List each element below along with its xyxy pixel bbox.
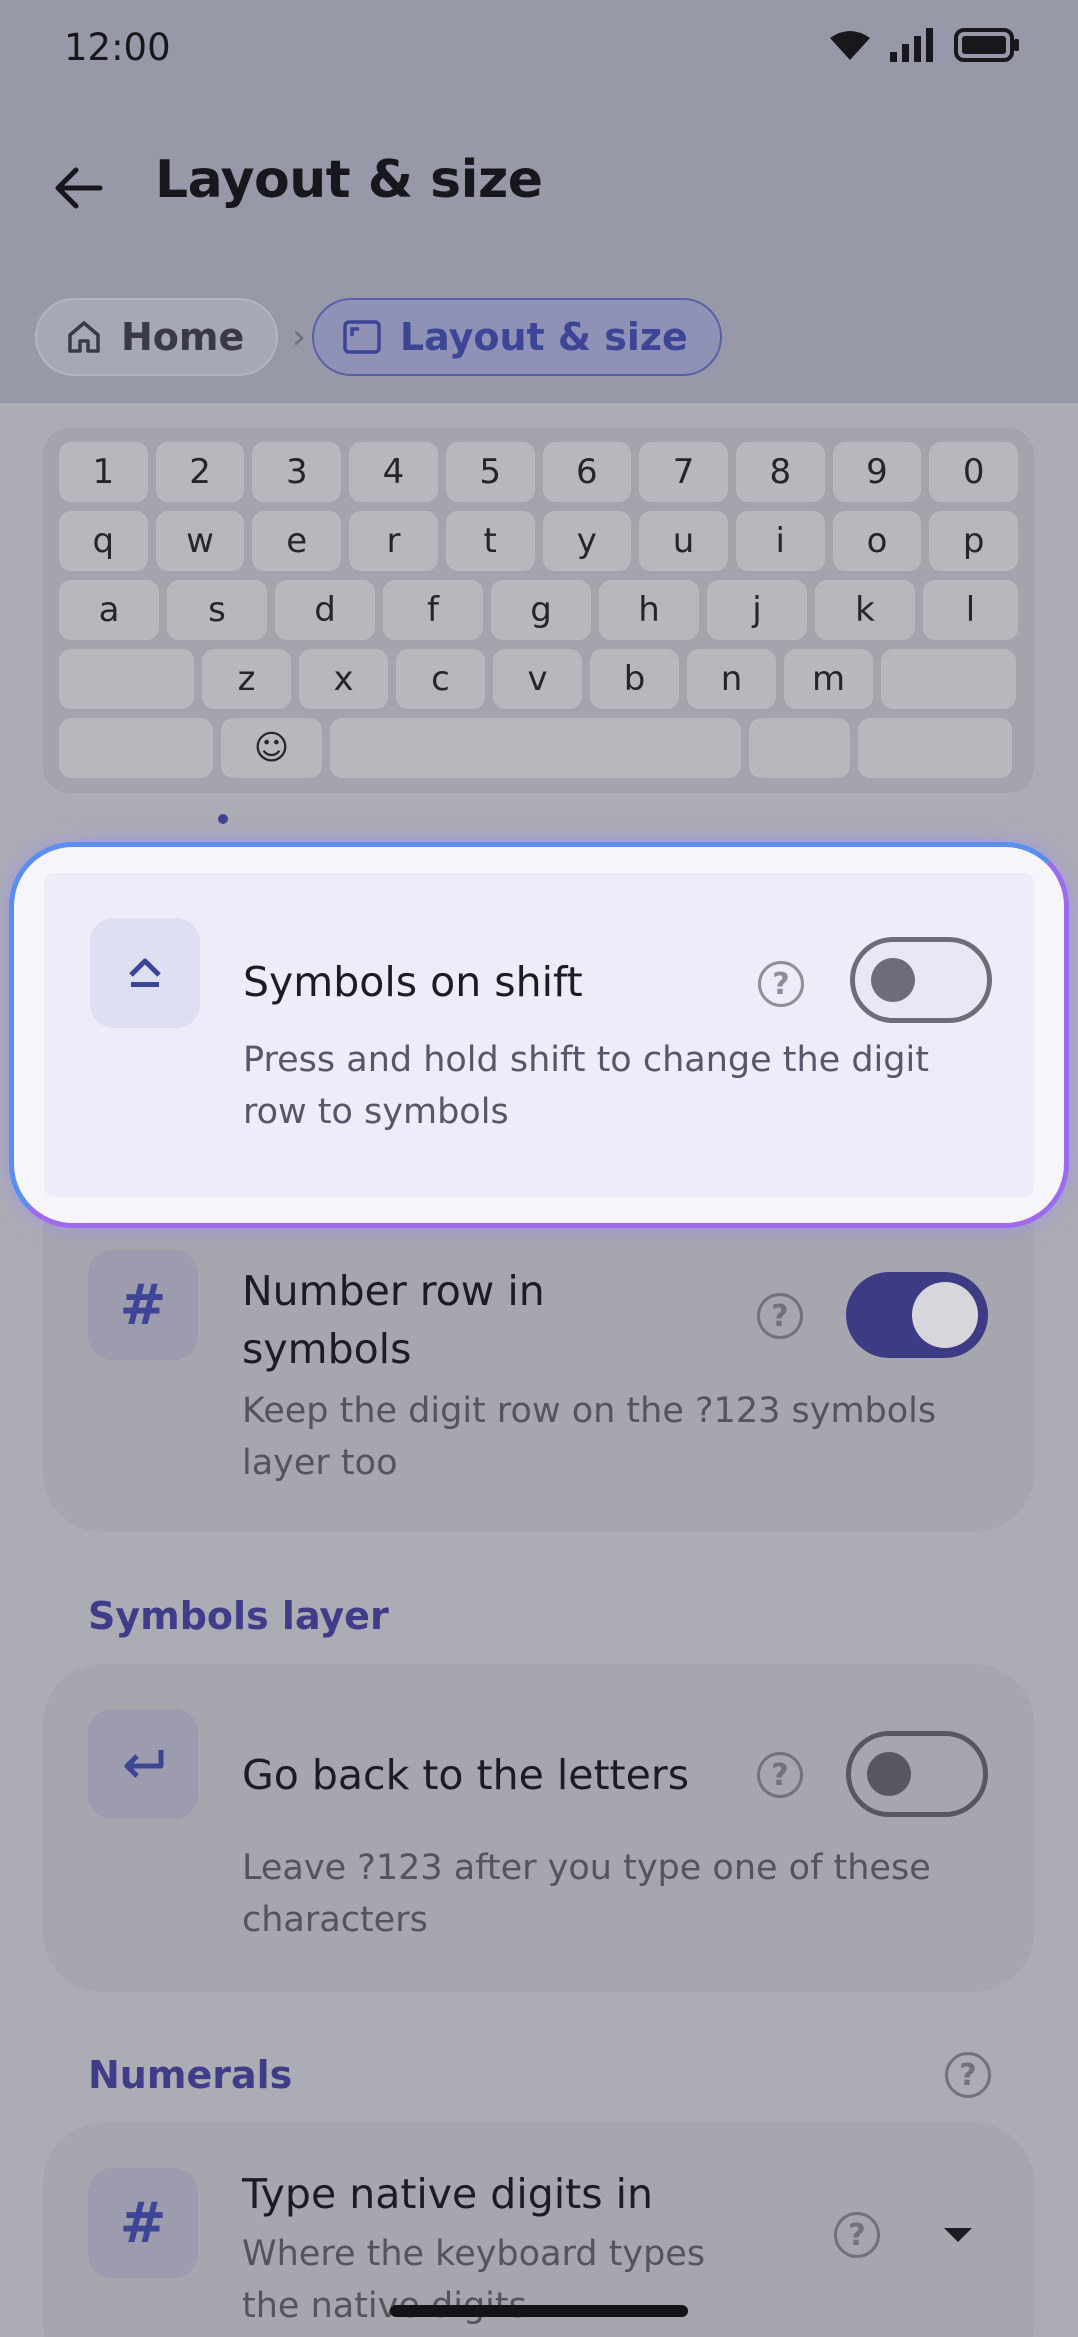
key: z [202,649,291,709]
breadcrumb: Home › Layout & size [35,298,722,376]
key: g [491,580,591,640]
app-bar: Layout & size Home › Layout & size [0,100,1078,403]
section-symbols-layer: Symbols layer [88,1594,389,1638]
breadcrumb-current-chip[interactable]: Layout & size [311,298,722,376]
keyboard-row-digits: 1 2 3 4 5 6 7 8 9 0 [59,442,1019,502]
breadcrumb-home-label: Home [121,315,245,359]
return-arrow-icon [88,1709,198,1819]
dropdown-arrow-icon[interactable] [940,2224,976,2244]
section-numerals: Numerals [88,2053,293,2097]
home-icon [68,321,100,353]
key: 0 [929,442,1019,502]
key: n [687,649,776,709]
breadcrumb-current-label: Layout & size [399,315,688,359]
go-back-desc: Leave ?123 after you type one of these c… [242,1848,931,1940]
key: p [929,511,1019,571]
key: y [542,511,632,571]
toggle-knob [912,1282,978,1348]
scroll-indicator [218,814,228,824]
help-icon[interactable]: ? [834,2212,880,2258]
key: f [383,580,483,640]
backspace-key [881,649,1016,709]
key: o [832,511,922,571]
keyboard-row-space: ☺ [59,718,1018,778]
symbols-on-shift-title: Symbols on shift [243,958,583,1006]
key: i [735,511,825,571]
key: 7 [639,442,728,502]
status-icons [830,28,1020,62]
key: 1 [59,442,148,502]
key: c [396,649,485,709]
go-back-toggle[interactable] [846,1731,988,1817]
wifi-icon [830,31,870,60]
key: 8 [735,442,825,502]
key: 5 [445,442,535,502]
key: q [59,511,148,571]
chevron-right-icon: › [292,317,306,357]
go-back-title: Go back to the letters [242,1751,690,1799]
aspect-ratio-icon [343,320,381,354]
key: s [167,580,267,640]
help-icon[interactable]: ? [758,961,804,1007]
space-key [330,718,741,778]
key: b [590,649,679,709]
help-icon[interactable]: ? [757,1752,803,1798]
native-digits-title: Type native digits in [242,2170,653,2218]
home-indicator[interactable] [390,2305,688,2317]
key: x [299,649,388,709]
page-title: Layout & size [155,150,543,210]
key: a [59,580,159,640]
status-bar: 12:00 [0,0,1078,100]
keyboard-row-bottom-letters: z x c v b n m [59,649,1018,709]
toggle-knob [867,1752,911,1796]
signal-icon [890,28,933,62]
key: j [707,580,807,640]
shift-key [59,649,194,709]
keyboard-preview: 1 2 3 4 5 6 7 8 9 0 q w e r t y u i o p … [43,428,1034,793]
symbols-key [59,718,213,778]
help-icon[interactable]: ? [945,2052,991,2098]
toggle-knob [871,958,915,1002]
key: m [784,649,873,709]
key: 3 [252,442,342,502]
status-time: 12:00 [64,26,171,69]
key: 6 [542,442,632,502]
hash-icon: # [88,1250,198,1360]
highlighted-setting-symbols-on-shift[interactable]: Symbols on shift Press and hold shift to… [9,842,1069,1228]
emoji-key: ☺ [221,718,322,778]
back-arrow-icon[interactable] [46,156,110,220]
key: 4 [349,442,438,502]
key: t [445,511,535,571]
key: w [155,511,245,571]
hash-icon: # [88,2168,198,2278]
keyboard-row-middle-letters: a s d f g h j k l [59,580,1018,640]
symbols-on-shift-toggle[interactable] [850,937,992,1023]
battery-icon [954,28,1019,62]
number-row-title: Number row in symbols [242,1267,545,1373]
help-icon[interactable]: ? [757,1293,803,1339]
keyboard-row-top-letters: q w e r t y u i o p [59,511,1019,571]
breadcrumb-home-chip[interactable]: Home [35,298,279,376]
key: d [275,580,375,640]
key: 2 [155,442,245,502]
key: e [252,511,342,571]
key: u [639,511,728,571]
key: 9 [832,442,922,502]
key: k [815,580,915,640]
key: h [599,580,699,640]
number-row-desc: Keep the digit row on the ?123 symbols l… [242,1391,937,1483]
number-row-toggle[interactable] [846,1272,988,1358]
symbols-on-shift-desc: Press and hold shift to change the digit… [243,1040,929,1132]
period-key [749,718,850,778]
enter-key [858,718,1012,778]
shift-symbols-icon [90,918,200,1028]
key: l [923,580,1018,640]
key: v [493,649,582,709]
key: r [349,511,438,571]
